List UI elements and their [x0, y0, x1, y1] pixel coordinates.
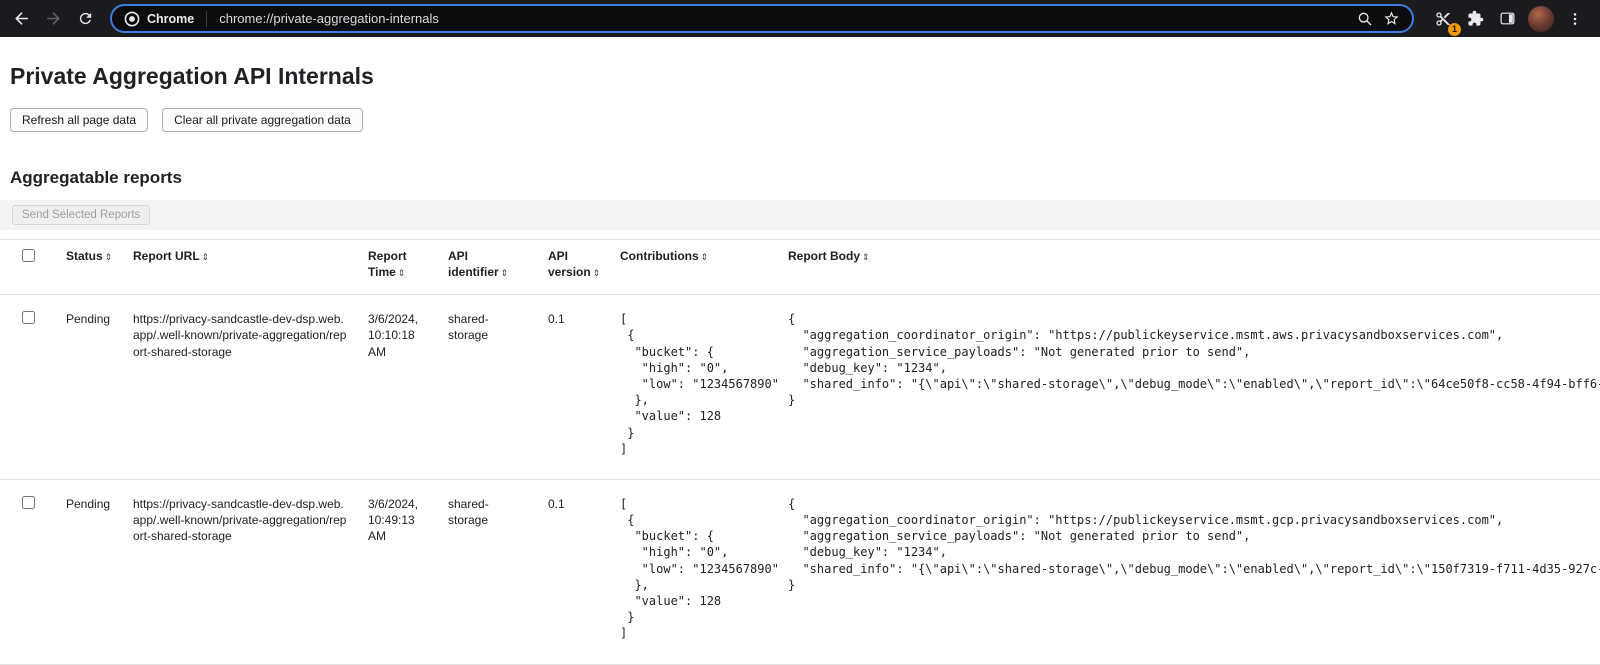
refresh-all-page-data-button[interactable]: Refresh all page data: [10, 108, 148, 132]
page-actions: Refresh all page data Clear all private …: [10, 108, 1600, 132]
forward-arrow-icon: [44, 9, 63, 28]
sort-icon: ⇕: [398, 268, 406, 278]
menu-kebab-icon[interactable]: [1560, 4, 1590, 34]
cell-report-body: { "aggregation_coordinator_origin": "htt…: [778, 295, 1600, 480]
cell-report-url: https://privacy-sandcastle-dev-dsp.web.a…: [123, 295, 358, 480]
cell-contributions: [ { "bucket": { "high": "0", "low": "123…: [610, 295, 778, 480]
header-status[interactable]: Status⇕: [56, 240, 123, 295]
header-report-body[interactable]: Report Body⇕: [778, 240, 1600, 295]
sort-icon: ⇕: [593, 268, 601, 278]
cell-status: Pending: [56, 479, 123, 664]
sort-icon: ⇕: [105, 252, 113, 262]
sort-icon: ⇕: [501, 268, 509, 278]
omnibox-url-text: chrome://private-aggregation-internals: [219, 11, 439, 26]
section-title: Aggregatable reports: [10, 168, 1600, 188]
omnibox[interactable]: Chrome chrome://private-aggregation-inte…: [110, 4, 1414, 33]
cell-report-url: https://privacy-sandcastle-dev-dsp.web.a…: [123, 479, 358, 664]
refresh-icon: [77, 10, 94, 27]
aggregatable-reports-table: Status⇕ Report URL⇕ Report Time⇕ API ide…: [0, 239, 1600, 665]
sort-icon: ⇕: [862, 252, 870, 262]
header-label: Report URL: [133, 249, 200, 263]
header-report-url[interactable]: Report URL⇕: [123, 240, 358, 295]
cell-api-identifier: shared-storage: [438, 295, 538, 480]
page-title: Private Aggregation API Internals: [10, 63, 1600, 90]
report-row: Pending https://privacy-sandcastle-dev-d…: [0, 295, 1600, 480]
scissors-icon: [1435, 11, 1451, 27]
back-arrow-icon: [12, 9, 31, 28]
bookmark-star-icon[interactable]: [1378, 6, 1404, 32]
header-checkbox-cell: [0, 240, 56, 295]
report-row: Pending https://privacy-sandcastle-dev-d…: [0, 479, 1600, 664]
table-header-row: Status⇕ Report URL⇕ Report Time⇕ API ide…: [0, 240, 1600, 295]
header-label: API version: [548, 249, 591, 279]
cell-status: Pending: [56, 295, 123, 480]
cell-report-body: { "aggregation_coordinator_origin": "htt…: [778, 479, 1600, 664]
row-checkbox[interactable]: [22, 311, 35, 324]
cell-api-version: 0.1: [538, 479, 610, 664]
header-label: Contributions: [620, 249, 699, 263]
header-label: Status: [66, 249, 103, 263]
cell-api-identifier: shared-storage: [438, 479, 538, 664]
sort-icon: ⇕: [202, 252, 210, 262]
cell-contributions: [ { "bucket": { "high": "0", "low": "123…: [610, 479, 778, 664]
sort-icon: ⇕: [701, 252, 709, 262]
refresh-button[interactable]: [70, 4, 100, 34]
profile-avatar[interactable]: [1528, 6, 1554, 32]
table-toolbar: Send Selected Reports: [0, 200, 1600, 230]
search-icon[interactable]: [1352, 6, 1378, 32]
forward-button[interactable]: [38, 4, 68, 34]
chrome-chip: Chrome: [124, 11, 194, 27]
side-panel-icon[interactable]: [1492, 4, 1522, 34]
cell-report-time: 3/6/2024, 10:10:18 AM: [358, 295, 438, 480]
send-selected-reports-button[interactable]: Send Selected Reports: [12, 205, 150, 225]
omnibox-chip-label: Chrome: [147, 12, 194, 26]
header-report-time[interactable]: Report Time⇕: [358, 240, 438, 295]
select-all-checkbox[interactable]: [22, 249, 35, 262]
clear-all-private-aggregation-data-button[interactable]: Clear all private aggregation data: [162, 108, 363, 132]
extension-icon[interactable]: 1: [1428, 4, 1458, 34]
browser-toolbar: Chrome chrome://private-aggregation-inte…: [0, 0, 1600, 37]
row-checkbox-cell: [0, 295, 56, 480]
cell-api-version: 0.1: [538, 295, 610, 480]
header-api-identifier[interactable]: API identifier⇕: [438, 240, 538, 295]
extension-badge: 1: [1448, 23, 1461, 36]
back-button[interactable]: [6, 4, 36, 34]
chip-divider: [206, 11, 207, 27]
row-checkbox-cell: [0, 479, 56, 664]
extensions-puzzle-icon[interactable]: [1460, 4, 1490, 34]
chrome-logo-icon: [124, 11, 140, 27]
header-label: API identifier: [448, 249, 499, 279]
cell-report-time: 3/6/2024, 10:49:13 AM: [358, 479, 438, 664]
header-label: Report Body: [788, 249, 860, 263]
header-contributions[interactable]: Contributions⇕: [610, 240, 778, 295]
row-checkbox[interactable]: [22, 496, 35, 509]
header-api-version[interactable]: API version⇕: [538, 240, 610, 295]
